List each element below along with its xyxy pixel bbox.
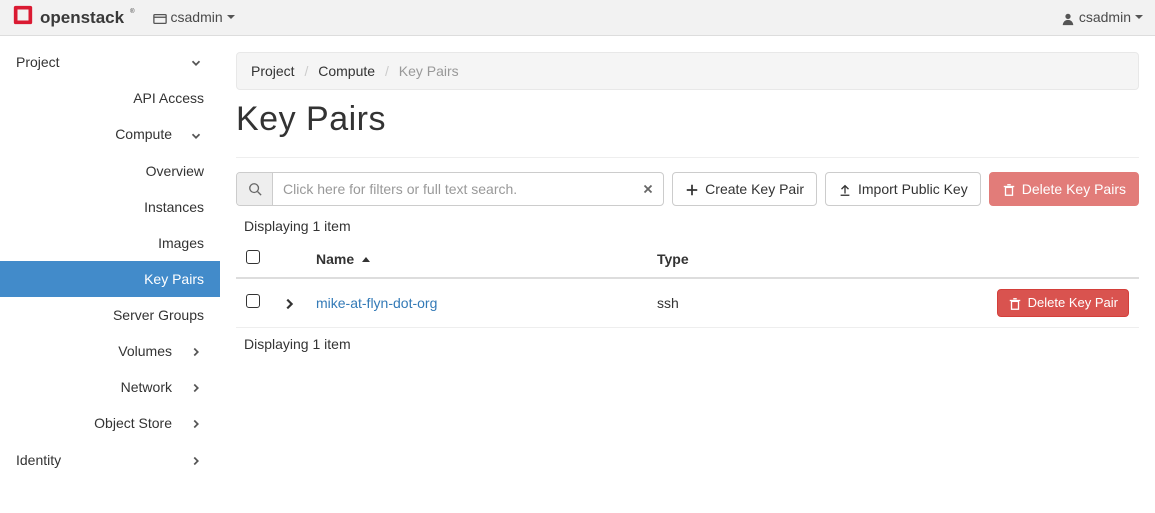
delete-key-pair-button[interactable]: Delete Key Pair [997, 289, 1129, 317]
sidebar-item-api-access[interactable]: API Access [0, 80, 220, 116]
sidebar-label: Server Groups [113, 307, 204, 323]
sidebar-item-key-pairs[interactable]: Key Pairs [0, 261, 220, 297]
brand[interactable]: openstack ® [12, 4, 135, 31]
sidebar-item-compute[interactable]: Compute [0, 116, 220, 152]
key-pair-name-link[interactable]: mike-at-flyn-dot-org [316, 295, 437, 311]
sidebar-item-project[interactable]: Project [0, 44, 220, 80]
trash-icon [1008, 295, 1022, 311]
upload-icon [838, 181, 852, 197]
sidebar-label: Network [121, 379, 172, 395]
row-checkbox[interactable] [246, 294, 260, 308]
sidebar-label: Identity [16, 452, 188, 468]
displaying-count-top: Displaying 1 item [244, 218, 1139, 234]
table-row: mike-at-flyn-dot-org ssh Delete Key Pair [236, 278, 1139, 327]
sidebar-label: Images [158, 235, 204, 251]
sort-ascending-icon [362, 257, 370, 262]
expand-row-icon[interactable] [282, 295, 296, 311]
clear-search-icon[interactable] [633, 182, 663, 196]
trash-icon [1002, 181, 1016, 197]
breadcrumb-current: Key Pairs [399, 63, 459, 79]
sidebar-item-volumes[interactable]: Volumes [0, 333, 220, 369]
searchbox [236, 172, 664, 206]
caret-down-icon [1135, 15, 1143, 19]
column-header-expand [272, 240, 306, 278]
select-all-checkbox[interactable] [246, 250, 260, 264]
brand-label: openstack [40, 8, 124, 28]
column-header-actions [772, 240, 1139, 278]
button-label: Import Public Key [858, 181, 968, 197]
search-input[interactable] [273, 173, 633, 205]
key-pair-type: ssh [657, 295, 679, 311]
domain-icon [153, 9, 167, 25]
chevron-right-icon [188, 415, 204, 431]
column-header-type[interactable]: Type [647, 240, 772, 278]
import-public-key-button[interactable]: Import Public Key [825, 172, 981, 206]
sidebar-item-network[interactable]: Network [0, 369, 220, 405]
toolbar: Create Key Pair Import Public Key Delete… [236, 172, 1139, 206]
topbar: openstack ® csadmin csadmin [0, 0, 1155, 36]
breadcrumb: Project / Compute / Key Pairs [236, 52, 1139, 90]
column-label: Name [316, 251, 354, 267]
button-label: Delete Key Pair [1028, 295, 1118, 310]
breadcrumb-separator-icon: / [304, 63, 308, 79]
sidebar-label: Project [16, 54, 188, 70]
chevron-right-icon [188, 343, 204, 359]
brand-trademark: ® [130, 9, 134, 15]
create-key-pair-button[interactable]: Create Key Pair [672, 172, 817, 206]
domain-switcher[interactable]: csadmin [153, 9, 235, 25]
divider [236, 157, 1139, 158]
key-pairs-table: Name Type [236, 240, 1139, 328]
sidebar-item-instances[interactable]: Instances [0, 189, 220, 225]
sidebar-label: Compute [115, 126, 172, 142]
button-label: Delete Key Pairs [1022, 181, 1126, 197]
brand-logo-icon [12, 4, 34, 31]
sidebar: Project API Access Compute Overview Inst… [0, 36, 220, 478]
user-icon [1061, 9, 1075, 25]
search-icon[interactable] [237, 173, 273, 205]
page-title: Key Pairs [236, 100, 1139, 139]
breadcrumb-project[interactable]: Project [251, 63, 295, 79]
column-header-select [236, 240, 272, 278]
sidebar-item-images[interactable]: Images [0, 225, 220, 261]
column-header-name[interactable]: Name [306, 240, 647, 278]
chevron-right-icon [188, 379, 204, 395]
sidebar-label: Object Store [94, 415, 172, 431]
user-menu[interactable]: csadmin [1061, 9, 1143, 25]
sidebar-item-identity[interactable]: Identity [0, 441, 220, 477]
plus-icon [685, 181, 699, 197]
sidebar-label: Key Pairs [144, 271, 204, 287]
chevron-down-icon [188, 54, 204, 70]
breadcrumb-compute[interactable]: Compute [318, 63, 375, 79]
breadcrumb-separator-icon: / [385, 63, 389, 79]
caret-down-icon [227, 15, 235, 19]
sidebar-label: API Access [133, 90, 204, 106]
displaying-count-bottom: Displaying 1 item [244, 336, 1139, 352]
sidebar-label: Volumes [118, 343, 172, 359]
delete-key-pairs-button[interactable]: Delete Key Pairs [989, 172, 1139, 206]
column-label: Type [657, 251, 689, 267]
sidebar-item-server-groups[interactable]: Server Groups [0, 297, 220, 333]
main-content: Project / Compute / Key Pairs Key Pairs [220, 36, 1155, 478]
sidebar-item-object-store[interactable]: Object Store [0, 405, 220, 441]
domain-label: csadmin [171, 9, 223, 25]
chevron-down-icon [188, 126, 204, 142]
sidebar-item-overview[interactable]: Overview [0, 153, 220, 189]
button-label: Create Key Pair [705, 181, 804, 197]
chevron-right-icon [188, 451, 204, 467]
user-label: csadmin [1079, 9, 1131, 25]
sidebar-label: Instances [144, 199, 204, 215]
sidebar-label: Overview [146, 163, 204, 179]
